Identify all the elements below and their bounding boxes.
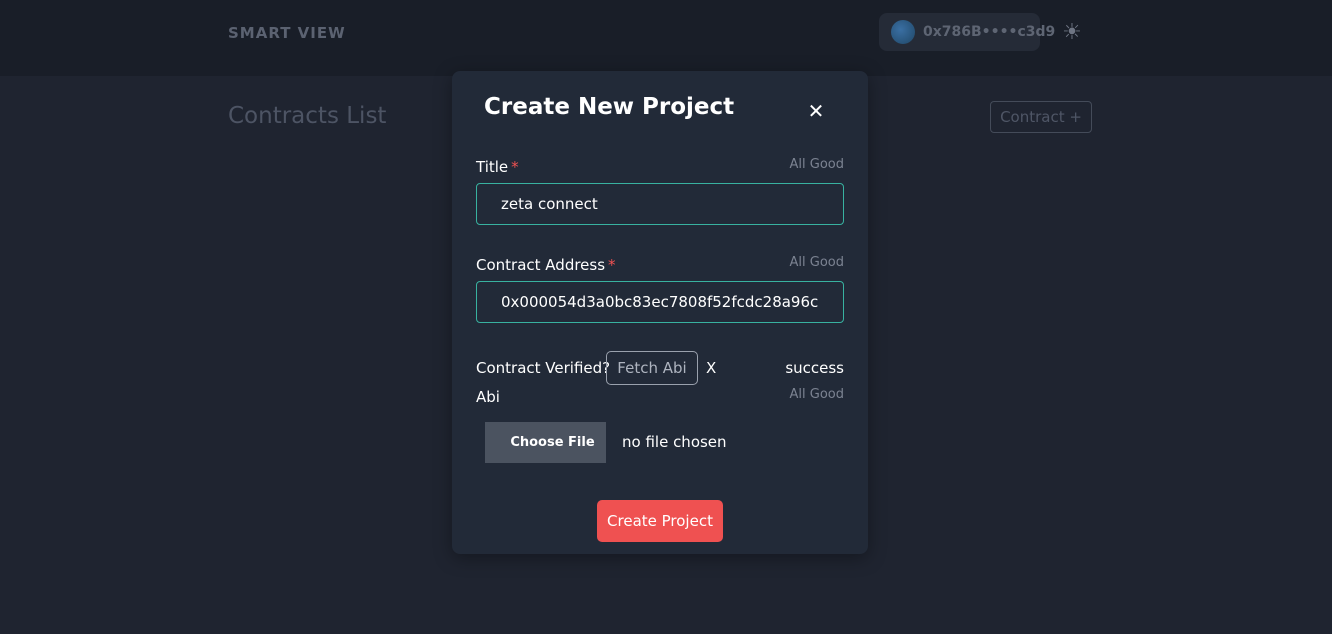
verify-result-text: success [785,359,844,377]
page-title: Contracts List [228,103,387,129]
contract-verified-row: Contract Verified? Fetch Abi X success [476,351,844,385]
title-label: Title * [476,158,519,176]
contract-address-label: Contract Address * [476,256,616,274]
choose-file-button[interactable]: Choose File [485,422,606,463]
close-icon[interactable]: ✕ [803,98,829,124]
wallet-avatar [891,20,915,44]
fetch-abi-button[interactable]: Fetch Abi [606,351,698,385]
contract-address-label-text: Contract Address [476,256,606,274]
contract-address-input[interactable] [476,281,844,323]
title-input[interactable] [476,183,844,225]
required-mark: * [511,158,519,176]
wallet-button[interactable]: 0x786B••••c3d9 [879,13,1055,51]
title-status: All Good [789,157,844,172]
title-label-text: Title [476,158,509,176]
app-page: SMART VIEW 0x786B••••c3d9 ☀ Contracts Li… [0,0,1332,634]
file-status-text: no file chosen [622,433,727,451]
contract-address-status: All Good [789,255,844,270]
verify-mark: X [706,359,717,377]
contract-verified-label: Contract Verified? [476,359,611,377]
wallet-address: 0x786B••••c3d9 [923,24,1056,40]
abi-status: All Good [789,387,844,402]
required-mark: * [608,256,616,274]
add-contract-button[interactable]: Contract + [990,101,1092,133]
create-project-modal: Create New Project ✕ Title* All Good Con… [452,71,868,554]
theme-toggle-button[interactable]: ☀ [1058,18,1086,46]
top-navbar: SMART VIEW 0x786B••••c3d9 ☀ [0,0,1332,76]
modal-title: Create New Project [484,94,735,120]
abi-label: Abi [476,388,500,406]
brand-logo[interactable]: SMART VIEW [228,24,346,42]
abi-file-input[interactable]: Choose File no file chosen [485,422,825,463]
sun-icon: ☀ [1062,19,1082,45]
create-project-button[interactable]: Create Project [597,500,723,542]
